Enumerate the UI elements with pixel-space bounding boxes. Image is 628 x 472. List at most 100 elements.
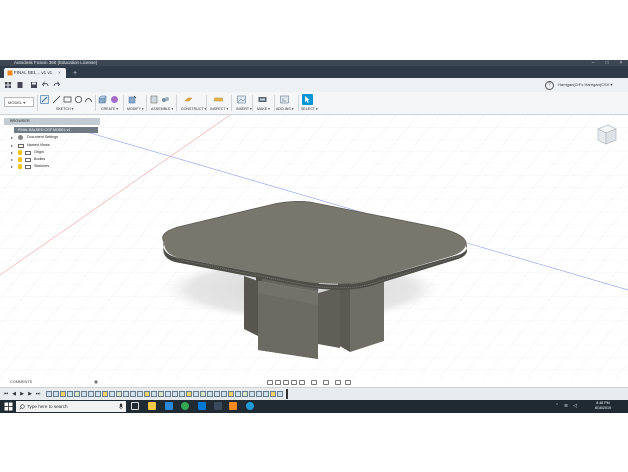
timeline-feature-icon[interactable] (46, 391, 52, 397)
taskbar-search-box[interactable]: Type here to search (16, 401, 126, 412)
canvas-viewport[interactable]: BROWSER FINAL BALDED COF MODEL v1 ▸ Docu… (0, 115, 628, 378)
new-component-icon[interactable] (150, 95, 159, 104)
browser-node-origin[interactable]: ▸ Origin (4, 149, 100, 156)
timeline-feature-icon[interactable] (109, 391, 115, 397)
orbit-icon[interactable] (267, 379, 273, 385)
look-at-icon[interactable] (275, 379, 281, 385)
inspect-menu[interactable]: INSPECT ▾ (210, 107, 228, 112)
sketch-menu[interactable]: SKETCH ▾ (56, 107, 73, 112)
timeline-feature-icon[interactable] (277, 391, 283, 397)
timeline-feature-icon[interactable] (165, 391, 171, 397)
timeline-feature-icon[interactable] (193, 391, 199, 397)
network-icon[interactable]: ⌃ (554, 403, 560, 409)
make-menu[interactable]: MAKE ▾ (257, 107, 270, 112)
modify-menu[interactable]: MODIFY ▾ (127, 107, 144, 112)
arc-icon[interactable] (84, 95, 93, 104)
file-icon[interactable] (16, 81, 24, 89)
timeline-feature-icon[interactable] (235, 391, 241, 397)
offset-plane-icon[interactable] (184, 95, 193, 104)
create-menu[interactable]: CREATE ▾ (101, 107, 118, 112)
timeline-feature-icon[interactable] (74, 391, 80, 397)
timeline-feature-icon[interactable] (214, 391, 220, 397)
view-cube[interactable] (592, 121, 618, 147)
store-icon[interactable] (214, 402, 222, 410)
fit-icon[interactable] (299, 379, 305, 385)
measure-icon[interactable] (214, 95, 223, 104)
timeline-feature-icon[interactable] (221, 391, 227, 397)
edge-icon[interactable] (198, 402, 206, 410)
joint-icon[interactable] (161, 95, 170, 104)
3d-print-icon[interactable] (258, 95, 267, 104)
circle-icon[interactable] (74, 95, 83, 104)
select-menu[interactable]: SELECT ▾ (301, 107, 318, 112)
expand-arrow-icon[interactable]: ▸ (11, 163, 13, 170)
display-settings-icon[interactable] (311, 379, 317, 385)
timeline-feature-icon[interactable] (270, 391, 276, 397)
browser-node-sketches[interactable]: ▸ Sketches (4, 163, 100, 170)
save-icon[interactable] (30, 81, 38, 89)
undo-icon[interactable] (42, 81, 50, 89)
zoom-icon[interactable] (291, 379, 297, 385)
expand-arrow-icon[interactable]: ▸ (11, 149, 13, 156)
timeline-feature-icon[interactable] (256, 391, 262, 397)
timeline-feature-icon[interactable] (200, 391, 206, 397)
assemble-menu[interactable]: ASSEMBLE ▾ (151, 107, 173, 112)
file-explorer-icon[interactable] (148, 402, 156, 410)
document-tab[interactable]: FINAL BEL... v1 v1 × (4, 68, 66, 78)
browser-node-bodies[interactable]: ▸ Bodies (4, 156, 100, 163)
timeline-feature-icon[interactable] (242, 391, 248, 397)
wifi-icon[interactable]: ≋ (563, 403, 569, 409)
timeline-feature-icon[interactable] (130, 391, 136, 397)
browser-root-component[interactable]: FINAL BALDED COF MODEL v1 (14, 127, 98, 133)
add-ins-menu[interactable]: ADD-INS ▾ (276, 107, 294, 112)
go-to-start-icon[interactable]: ⏮ (3, 391, 9, 397)
timeline-feature-icon[interactable] (67, 391, 73, 397)
timeline-feature-icon[interactable] (249, 391, 255, 397)
help-icon[interactable]: ? (545, 81, 554, 90)
timeline-feature-icon[interactable] (81, 391, 87, 397)
browser-header[interactable]: BROWSER (4, 118, 100, 125)
fusion-360-icon[interactable] (229, 402, 237, 410)
timeline-feature-icon[interactable] (179, 391, 185, 397)
timeline-feature-icon[interactable] (53, 391, 59, 397)
line-icon[interactable] (52, 95, 61, 104)
expand-arrow-icon[interactable]: ▸ (11, 134, 13, 141)
insert-image-icon[interactable] (237, 95, 246, 104)
timeline-feature-icon[interactable] (88, 391, 94, 397)
timeline-feature-icon[interactable] (186, 391, 192, 397)
scripts-addins-icon[interactable] (280, 95, 289, 104)
step-forward-icon[interactable]: ▶ (27, 391, 33, 397)
timeline-feature-icon[interactable] (158, 391, 164, 397)
close-tab-icon[interactable]: × (58, 68, 61, 78)
environment-icon[interactable] (345, 379, 351, 385)
timeline-feature-icon[interactable] (102, 391, 108, 397)
timeline-feature-icon[interactable] (123, 391, 129, 397)
rectangle-icon[interactable] (63, 95, 72, 104)
timeline-marker[interactable] (286, 389, 288, 399)
timeline-feature-icon[interactable] (137, 391, 143, 397)
new-tab-button[interactable]: + (70, 69, 80, 78)
expand-arrow-icon[interactable]: ▸ (11, 156, 13, 163)
play-icon[interactable]: ▶ (19, 391, 25, 397)
workspace-switcher[interactable]: MODEL ▾ (4, 97, 34, 107)
step-back-icon[interactable]: ◀ (11, 391, 17, 397)
visibility-bulb-icon[interactable] (18, 164, 22, 169)
go-to-end-icon[interactable]: ⏭ (35, 391, 41, 397)
taskbar-clock[interactable]: 8:48 PM 8/16/2019 (585, 401, 621, 411)
construct-menu[interactable]: CONSTRUCT ▾ (181, 107, 206, 112)
timeline-feature-icon[interactable] (263, 391, 269, 397)
browser-node-named-views[interactable]: ▸ Named Views (4, 142, 100, 149)
timeline-feature-icon[interactable] (207, 391, 213, 397)
add-comment-icon[interactable] (94, 380, 98, 384)
timeline-feature-icon[interactable] (151, 391, 157, 397)
select-icon[interactable] (302, 94, 313, 105)
press-pull-icon[interactable] (128, 95, 137, 104)
timeline-feature-icon[interactable] (116, 391, 122, 397)
create-sketch-icon[interactable] (40, 95, 49, 104)
form-icon[interactable] (110, 95, 119, 104)
redo-icon[interactable] (52, 81, 60, 89)
account-menu[interactable]: Harrigan(CrFx Harrigan(CSV ▾ (558, 78, 612, 92)
visibility-bulb-icon[interactable] (18, 157, 22, 162)
chrome-icon[interactable] (181, 402, 189, 410)
timeline-feature-icon[interactable] (95, 391, 101, 397)
